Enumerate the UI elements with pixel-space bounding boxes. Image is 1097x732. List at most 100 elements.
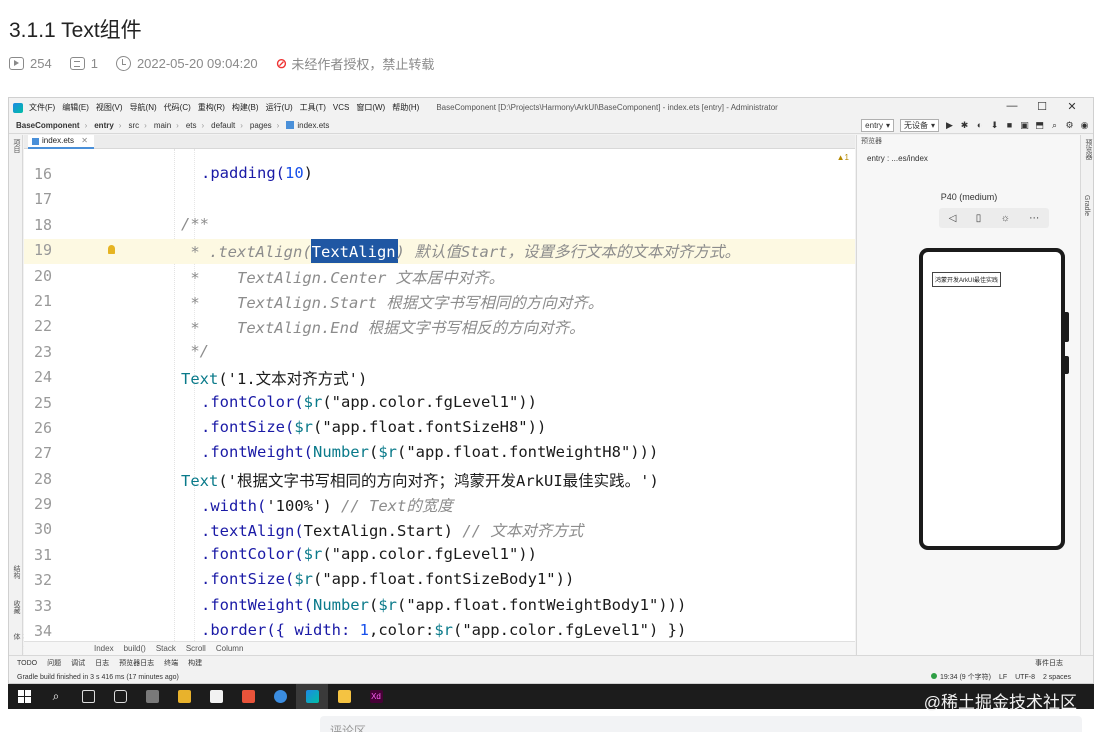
structure-tool-tab[interactable]: 结构 — [11, 565, 21, 579]
menu-help[interactable]: 帮助(H) — [392, 102, 419, 113]
file-encoding[interactable]: UTF-8 — [1015, 674, 1035, 681]
todo-tab[interactable]: TODO — [17, 660, 37, 667]
code-crumb[interactable]: Column — [216, 644, 244, 653]
previewer-tool-tab[interactable]: 预览器 — [1083, 139, 1093, 160]
line-number: 29 — [33, 495, 52, 514]
tab-index-ets[interactable]: index.ets ✕ — [28, 135, 94, 149]
sdk-manager-icon[interactable]: ⬒ — [1035, 121, 1044, 130]
code-token: '100%' — [266, 497, 323, 516]
crumb-pages[interactable]: pages — [250, 121, 272, 130]
code-token: ("app.color.fgLevel1")) — [322, 544, 537, 563]
menu-vcs[interactable]: VCS — [333, 103, 349, 112]
crumb-file[interactable]: index.ets — [286, 121, 329, 130]
previewer-log-tab[interactable]: 预览器日志 — [119, 658, 154, 668]
build-tab[interactable]: 构建 — [188, 658, 202, 668]
terminal-tab[interactable]: 终端 — [164, 658, 178, 668]
preview-text-component[interactable]: 鸿蒙开发ArkUI最佳实践 — [932, 272, 1002, 287]
taskbar-app[interactable] — [328, 684, 360, 709]
warning-indicator[interactable]: ▲1 — [837, 153, 849, 162]
device-select[interactable]: 无设备 ▾ — [899, 119, 939, 132]
taskbar-app[interactable]: Xd — [360, 684, 392, 709]
project-tool-tab[interactable]: 项目 — [11, 139, 21, 153]
indentation[interactable]: 2 spaces — [1043, 674, 1071, 681]
code-lines: 16 .padding(10) 17 18/** 19 * .textAlign(Tex… — [24, 162, 855, 641]
taskbar-app[interactable] — [168, 684, 200, 709]
crumb-default[interactable]: default — [211, 121, 235, 130]
profile-icon[interactable]: ◐ — [975, 121, 984, 130]
menu-build[interactable]: 构建(B) — [232, 102, 259, 113]
crumb-module[interactable]: entry — [94, 121, 114, 130]
task-view[interactable] — [72, 684, 104, 709]
taskbar-app[interactable] — [200, 684, 232, 709]
taskbar-app-active[interactable] — [296, 684, 328, 709]
device-manager-icon[interactable]: ▣ — [1020, 121, 1029, 130]
maximize-button[interactable]: ☐ — [1027, 100, 1057, 113]
start-button[interactable] — [8, 684, 40, 709]
crumb-ets[interactable]: ets — [186, 121, 197, 130]
comment-input[interactable]: 评论区 — [320, 716, 1082, 732]
crumb-src[interactable]: src — [128, 121, 139, 130]
taskbar-search[interactable]: ⌕ — [40, 684, 72, 709]
code-token: */ — [181, 341, 209, 360]
code-text: * TextAlign.Center 文本居中对齐。 — [181, 266, 504, 288]
rotate-icon[interactable]: ▯ — [976, 213, 982, 224]
menu-tools[interactable]: 工具(T) — [300, 102, 326, 113]
code-crumb[interactable]: Scroll — [186, 644, 206, 653]
account-icon[interactable]: ◉ — [1080, 121, 1089, 130]
code-token: .textAlign( — [201, 522, 304, 541]
attach-icon[interactable]: ⬇ — [990, 121, 999, 130]
run-icon[interactable]: ▶ — [945, 121, 954, 130]
line-number: 31 — [33, 545, 52, 564]
more-icon[interactable]: ⋯ — [1029, 213, 1039, 224]
search-icon[interactable]: ⌕ — [1050, 121, 1059, 130]
menu-navigate[interactable]: 导航(N) — [130, 102, 157, 113]
menu-window[interactable]: 窗口(W) — [356, 102, 385, 113]
comments-stat[interactable]: 1 — [69, 56, 98, 71]
code-line: 31 .fontColor($r("app.color.fgLevel1")) — [24, 543, 855, 568]
crumb-main[interactable]: main — [154, 121, 171, 130]
close-window-button[interactable]: ✕ — [1057, 100, 1087, 113]
line-ending[interactable]: LF — [999, 674, 1007, 681]
code-crumb[interactable]: Index — [94, 644, 114, 653]
previewer-entry[interactable]: entry : ...es/index — [857, 152, 1081, 166]
code-crumb[interactable]: build() — [124, 644, 146, 653]
menu-code[interactable]: 代码(C) — [164, 102, 191, 113]
cursor-position[interactable]: 19:34 (9 个字符) — [930, 672, 991, 682]
debug-icon[interactable]: ✱ — [960, 121, 969, 130]
gradle-tool-tab[interactable]: Gradle — [1083, 195, 1090, 216]
camera-icon — [113, 690, 127, 703]
menu-run[interactable]: 运行(U) — [266, 102, 293, 113]
publish-datetime: 2022-05-20 09:04:20 — [136, 55, 258, 71]
run-config-select[interactable]: entry ▾ — [861, 119, 894, 132]
taskbar-app[interactable] — [136, 684, 168, 709]
debug-tab[interactable]: 调试 — [71, 658, 85, 668]
code-editor[interactable]: 16 .padding(10) 17 18/** 19 * .textAlign(Tex… — [24, 149, 855, 641]
code-line: 30 .textAlign(TextAlign.Start) // 文本对齐方式 — [24, 517, 855, 542]
back-icon[interactable]: ◁ — [949, 213, 957, 224]
stop-icon[interactable]: ■ — [1005, 121, 1014, 130]
settings-icon[interactable]: ⚙ — [1065, 121, 1074, 130]
copyright-notice: ⊘ 未经作者授权，禁止转载 — [276, 54, 435, 73]
close-icon[interactable]: ✕ — [81, 136, 88, 145]
code-breadcrumb: Index build() Stack Scroll Column — [24, 641, 855, 655]
menu-refactor[interactable]: 重构(R) — [198, 102, 225, 113]
menu-view[interactable]: 视图(V) — [96, 102, 123, 113]
caret-down-icon: ▾ — [930, 121, 935, 130]
event-log-tab[interactable]: 事件日志 — [1035, 658, 1063, 668]
problems-tab[interactable]: 问题 — [47, 658, 61, 668]
minimize-button[interactable]: — — [997, 100, 1027, 113]
code-token: ("app.float.fontWeightBody1"))) — [397, 595, 687, 614]
menu-edit[interactable]: 编辑(E) — [62, 102, 89, 113]
taskbar-app[interactable] — [104, 684, 136, 709]
taskbar-app[interactable] — [264, 684, 296, 709]
code-text: * TextAlign.Start 根据文字书写相同的方向对齐。 — [181, 291, 603, 313]
ets-file-icon — [286, 121, 295, 130]
log-tab[interactable]: 日志 — [95, 658, 109, 668]
code-crumb[interactable]: Stack — [156, 644, 176, 653]
taskbar-app[interactable] — [232, 684, 264, 709]
code-token: $r — [294, 570, 313, 589]
menu-file[interactable]: 文件(F) — [29, 102, 55, 113]
favorites-tool-tab[interactable]: 收藏 — [11, 600, 21, 614]
theme-icon[interactable]: ☼ — [1001, 213, 1010, 224]
crumb-project[interactable]: BaseComponent — [16, 121, 80, 130]
